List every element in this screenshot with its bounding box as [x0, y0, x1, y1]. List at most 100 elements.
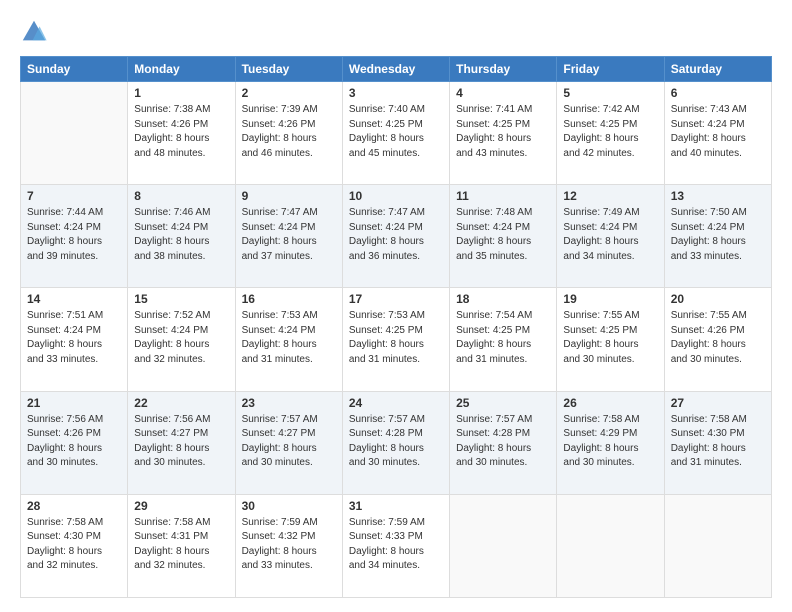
- calendar-cell: 31 Sunrise: 7:59 AM Sunset: 4:33 PM Dayli…: [342, 494, 449, 597]
- day-info: Sunrise: 7:56 AM Sunset: 4:26 PM Dayligh…: [27, 413, 121, 471]
- day-number: 5: [563, 86, 657, 100]
- calendar-cell: 3 Sunrise: 7:40 AM Sunset: 4:25 PM Daylig…: [342, 82, 449, 185]
- day-number: 21: [27, 396, 121, 410]
- day-info: Sunrise: 7:58 AM Sunset: 4:29 PM Dayligh…: [563, 413, 657, 471]
- day-number: 4: [456, 86, 550, 100]
- calendar-cell: 12 Sunrise: 7:49 AM Sunset: 4:24 PM Dayli…: [557, 185, 664, 288]
- day-info: Sunrise: 7:55 AM Sunset: 4:25 PM Dayligh…: [563, 309, 657, 367]
- calendar-cell: 8 Sunrise: 7:46 AM Sunset: 4:24 PM Daylig…: [128, 185, 235, 288]
- day-info: Sunrise: 7:57 AM Sunset: 4:28 PM Dayligh…: [349, 413, 443, 471]
- day-info: Sunrise: 7:42 AM Sunset: 4:25 PM Dayligh…: [563, 103, 657, 161]
- day-info: Sunrise: 7:49 AM Sunset: 4:24 PM Dayligh…: [563, 206, 657, 264]
- day-number: 3: [349, 86, 443, 100]
- day-info: Sunrise: 7:59 AM Sunset: 4:33 PM Dayligh…: [349, 516, 443, 574]
- day-info: Sunrise: 7:54 AM Sunset: 4:25 PM Dayligh…: [456, 309, 550, 367]
- calendar-cell: 1 Sunrise: 7:38 AM Sunset: 4:26 PM Daylig…: [128, 82, 235, 185]
- day-info: Sunrise: 7:56 AM Sunset: 4:27 PM Dayligh…: [134, 413, 228, 471]
- calendar-cell: 30Sunrise: 7:59 AM Sunset: 4:32 PM Dayli…: [235, 494, 342, 597]
- day-info: Sunrise: 7:58 AM Sunset: 4:30 PM Dayligh…: [27, 516, 121, 574]
- page: SundayMondayTuesdayWednesdayThursdayFrid…: [0, 0, 792, 612]
- calendar-cell: 11 Sunrise: 7:48 AM Sunset: 4:24 PM Dayli…: [450, 185, 557, 288]
- day-info: Sunrise: 7:41 AM Sunset: 4:25 PM Dayligh…: [456, 103, 550, 161]
- calendar-week-row: 7 Sunrise: 7:44 AM Sunset: 4:24 PM Daylig…: [21, 185, 772, 288]
- calendar-cell: 7 Sunrise: 7:44 AM Sunset: 4:24 PM Daylig…: [21, 185, 128, 288]
- day-number: 15: [134, 292, 228, 306]
- day-number: 11: [456, 189, 550, 203]
- day-number: 23: [242, 396, 336, 410]
- day-number: 24: [349, 396, 443, 410]
- day-number: 30: [242, 499, 336, 513]
- weekday-header: Wednesday: [342, 57, 449, 82]
- day-info: Sunrise: 7:58 AM Sunset: 4:30 PM Dayligh…: [671, 413, 765, 471]
- day-number: 19: [563, 292, 657, 306]
- day-info: Sunrise: 7:58 AM Sunset: 4:31 PM Dayligh…: [134, 516, 228, 574]
- logo: [20, 18, 52, 46]
- day-number: 25: [456, 396, 550, 410]
- calendar-week-row: 28 Sunrise: 7:58 AM Sunset: 4:30 PM Dayli…: [21, 494, 772, 597]
- calendar-cell: 24 Sunrise: 7:57 AM Sunset: 4:28 PM Dayli…: [342, 391, 449, 494]
- weekday-header: Saturday: [664, 57, 771, 82]
- calendar-cell: 15 Sunrise: 7:52 AM Sunset: 4:24 PM Dayli…: [128, 288, 235, 391]
- day-info: Sunrise: 7:38 AM Sunset: 4:26 PM Dayligh…: [134, 103, 228, 161]
- day-number: 8: [134, 189, 228, 203]
- calendar-cell: 9 Sunrise: 7:47 AM Sunset: 4:24 PM Daylig…: [235, 185, 342, 288]
- calendar-cell: 14Sunrise: 7:51 AM Sunset: 4:24 PM Dayli…: [21, 288, 128, 391]
- calendar-cell: 13 Sunrise: 7:50 AM Sunset: 4:24 PM Dayli…: [664, 185, 771, 288]
- day-number: 13: [671, 189, 765, 203]
- day-number: 27: [671, 396, 765, 410]
- calendar-cell: 20 Sunrise: 7:55 AM Sunset: 4:26 PM Dayli…: [664, 288, 771, 391]
- calendar-week-row: 1 Sunrise: 7:38 AM Sunset: 4:26 PM Daylig…: [21, 82, 772, 185]
- day-info: Sunrise: 7:47 AM Sunset: 4:24 PM Dayligh…: [242, 206, 336, 264]
- weekday-header: Friday: [557, 57, 664, 82]
- day-number: 1: [134, 86, 228, 100]
- day-info: Sunrise: 7:39 AM Sunset: 4:26 PM Dayligh…: [242, 103, 336, 161]
- day-number: 16: [242, 292, 336, 306]
- day-number: 6: [671, 86, 765, 100]
- calendar-cell: [557, 494, 664, 597]
- day-info: Sunrise: 7:40 AM Sunset: 4:25 PM Dayligh…: [349, 103, 443, 161]
- day-info: Sunrise: 7:57 AM Sunset: 4:27 PM Dayligh…: [242, 413, 336, 471]
- calendar-cell: 5 Sunrise: 7:42 AM Sunset: 4:25 PM Daylig…: [557, 82, 664, 185]
- calendar-cell: 2 Sunrise: 7:39 AM Sunset: 4:26 PM Daylig…: [235, 82, 342, 185]
- weekday-header: Sunday: [21, 57, 128, 82]
- day-number: 18: [456, 292, 550, 306]
- day-info: Sunrise: 7:43 AM Sunset: 4:24 PM Dayligh…: [671, 103, 765, 161]
- weekday-header-row: SundayMondayTuesdayWednesdayThursdayFrid…: [21, 57, 772, 82]
- calendar-cell: 18 Sunrise: 7:54 AM Sunset: 4:25 PM Dayli…: [450, 288, 557, 391]
- calendar-cell: [21, 82, 128, 185]
- calendar-cell: 10Sunrise: 7:47 AM Sunset: 4:24 PM Dayli…: [342, 185, 449, 288]
- calendar-cell: 26Sunrise: 7:58 AM Sunset: 4:29 PM Dayli…: [557, 391, 664, 494]
- day-info: Sunrise: 7:52 AM Sunset: 4:24 PM Dayligh…: [134, 309, 228, 367]
- calendar-cell: 21 Sunrise: 7:56 AM Sunset: 4:26 PM Dayli…: [21, 391, 128, 494]
- day-info: Sunrise: 7:46 AM Sunset: 4:24 PM Dayligh…: [134, 206, 228, 264]
- day-number: 17: [349, 292, 443, 306]
- day-info: Sunrise: 7:47 AM Sunset: 4:24 PM Dayligh…: [349, 206, 443, 264]
- day-number: 14: [27, 292, 121, 306]
- day-number: 7: [27, 189, 121, 203]
- calendar-cell: 29 Sunrise: 7:58 AM Sunset: 4:31 PM Dayli…: [128, 494, 235, 597]
- calendar-cell: 17Sunrise: 7:53 AM Sunset: 4:25 PM Dayli…: [342, 288, 449, 391]
- calendar-cell: 4 Sunrise: 7:41 AM Sunset: 4:25 PM Daylig…: [450, 82, 557, 185]
- day-info: Sunrise: 7:48 AM Sunset: 4:24 PM Dayligh…: [456, 206, 550, 264]
- calendar-cell: 22 Sunrise: 7:56 AM Sunset: 4:27 PM Dayli…: [128, 391, 235, 494]
- weekday-header: Monday: [128, 57, 235, 82]
- calendar-cell: 19 Sunrise: 7:55 AM Sunset: 4:25 PM Dayli…: [557, 288, 664, 391]
- day-number: 31: [349, 499, 443, 513]
- day-number: 2: [242, 86, 336, 100]
- day-number: 22: [134, 396, 228, 410]
- day-number: 9: [242, 189, 336, 203]
- calendar-table: SundayMondayTuesdayWednesdayThursdayFrid…: [20, 56, 772, 598]
- day-number: 28: [27, 499, 121, 513]
- day-info: Sunrise: 7:57 AM Sunset: 4:28 PM Dayligh…: [456, 413, 550, 471]
- calendar-cell: [664, 494, 771, 597]
- day-info: Sunrise: 7:50 AM Sunset: 4:24 PM Dayligh…: [671, 206, 765, 264]
- day-info: Sunrise: 7:53 AM Sunset: 4:24 PM Dayligh…: [242, 309, 336, 367]
- calendar-cell: [450, 494, 557, 597]
- logo-icon: [20, 18, 48, 46]
- day-number: 29: [134, 499, 228, 513]
- day-number: 20: [671, 292, 765, 306]
- day-info: Sunrise: 7:44 AM Sunset: 4:24 PM Dayligh…: [27, 206, 121, 264]
- day-info: Sunrise: 7:55 AM Sunset: 4:26 PM Dayligh…: [671, 309, 765, 367]
- weekday-header: Tuesday: [235, 57, 342, 82]
- day-number: 12: [563, 189, 657, 203]
